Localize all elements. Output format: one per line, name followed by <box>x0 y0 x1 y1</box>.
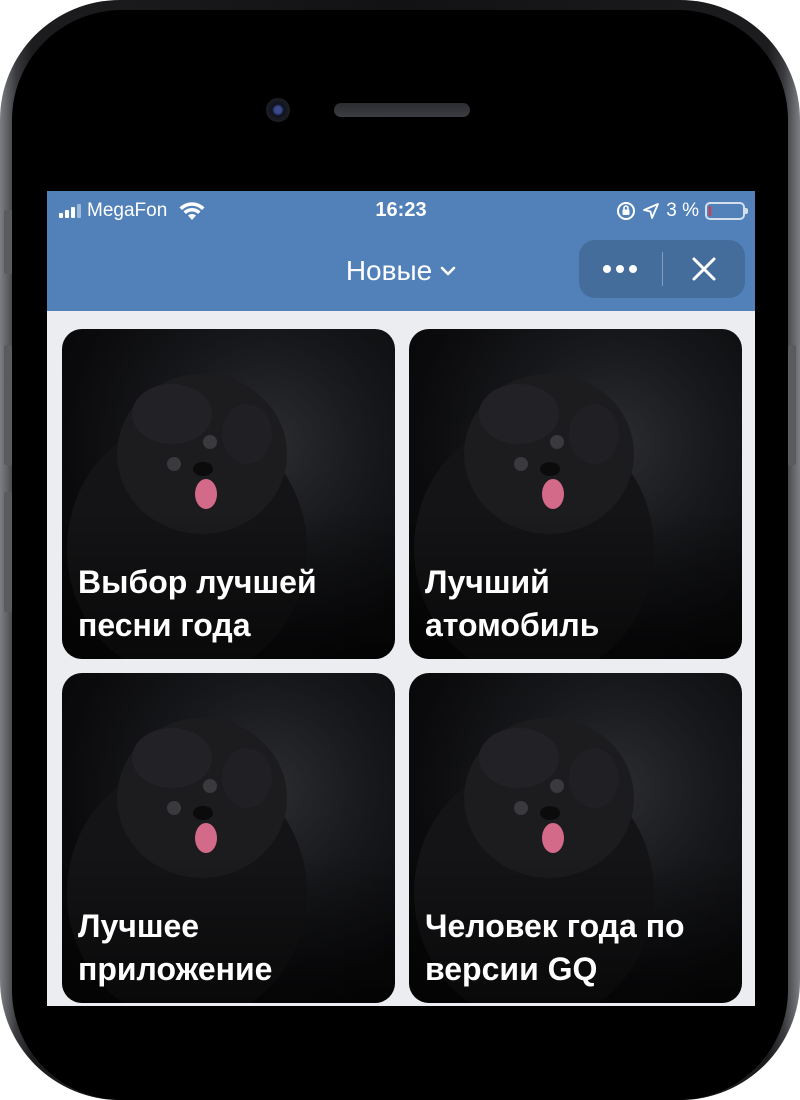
orientation-lock-icon <box>617 202 636 220</box>
card-title: Выбор лучшей песни года <box>78 564 317 643</box>
mini-app-controls <box>579 240 745 298</box>
earpiece-speaker <box>334 103 470 117</box>
card[interactable]: Выбор лучшей песни года <box>62 329 395 659</box>
more-button[interactable] <box>579 240 662 298</box>
card-title: Лучший атомобиль <box>425 564 600 643</box>
close-icon <box>692 257 716 281</box>
more-icon <box>603 265 638 273</box>
chevron-down-icon <box>440 266 456 276</box>
navigation-bar: Новые <box>47 231 755 311</box>
screen: MegaFon 16:23 3 % Новые Выбор лучшей пес… <box>47 191 755 1006</box>
battery-level <box>709 206 711 216</box>
card[interactable]: Лучшее приложение <box>62 673 395 1003</box>
card-title: Человек года по версии GQ <box>425 908 685 987</box>
front-camera <box>266 98 290 122</box>
card-title: Лучшее приложение <box>78 908 273 987</box>
location-arrow-icon <box>643 203 660 219</box>
nav-title: Новые <box>345 255 433 286</box>
battery-icon <box>705 202 748 220</box>
close-button[interactable] <box>663 240 746 298</box>
battery-percent: 3 % <box>666 200 699 221</box>
card[interactable]: Лучший атомобиль <box>409 329 742 659</box>
status-bar: MegaFon 16:23 3 % <box>47 191 755 231</box>
card[interactable]: Человек года по версии GQ <box>409 673 742 1003</box>
